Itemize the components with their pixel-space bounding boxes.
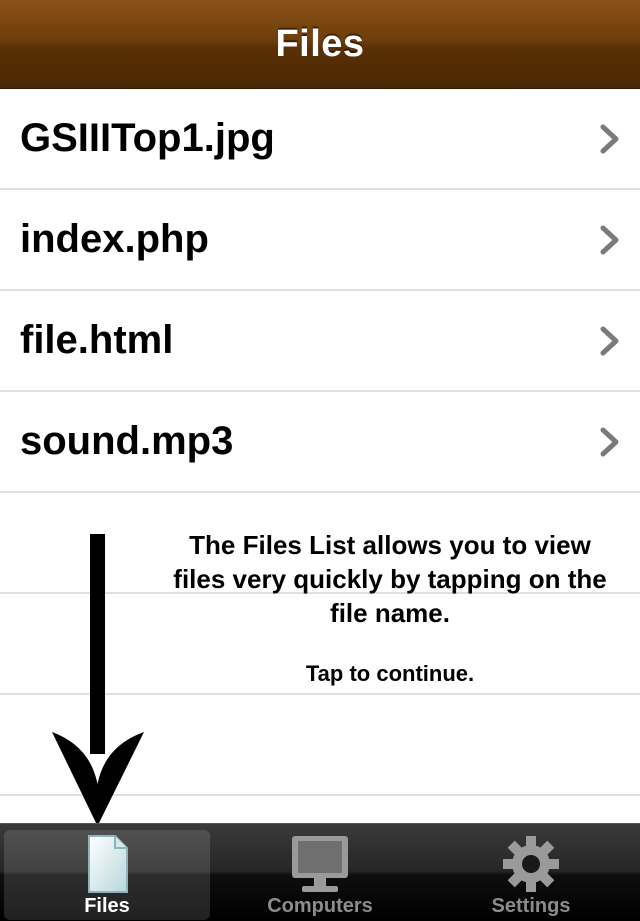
file-row[interactable]: index.php xyxy=(0,190,640,291)
tab-files[interactable]: Files xyxy=(4,830,210,920)
file-name: index.php xyxy=(20,217,209,261)
file-name: sound.mp3 xyxy=(20,419,234,463)
navigation-bar: Files xyxy=(0,0,640,89)
tutorial-message: The Files List allows you to view files … xyxy=(173,530,607,628)
tab-settings[interactable]: Settings xyxy=(428,830,634,920)
gear-icon xyxy=(503,836,559,892)
file-row[interactable]: sound.mp3 xyxy=(0,392,640,493)
file-name: GSIIITop1.jpg xyxy=(20,116,275,160)
screen: Files GSIIITop1.jpg index.php file.html … xyxy=(0,0,640,921)
file-name: file.html xyxy=(20,318,174,362)
document-icon xyxy=(88,835,128,893)
tab-label: Computers xyxy=(267,895,373,917)
tap-to-continue-label: Tap to continue. xyxy=(305,661,475,686)
chevron-right-icon xyxy=(600,225,619,254)
monitor-icon xyxy=(292,836,348,892)
tab-label: Settings xyxy=(491,895,571,917)
chevron-right-icon xyxy=(600,427,619,456)
tab-bar: Files Computers Settings xyxy=(0,823,640,921)
tab-label: Files xyxy=(84,895,130,917)
file-row[interactable]: file.html xyxy=(0,291,640,392)
tutorial-overlay[interactable]: The Files List allows you to view files … xyxy=(160,528,620,688)
file-row[interactable]: GSIIITop1.jpg xyxy=(0,89,640,190)
chevron-right-icon xyxy=(600,326,619,355)
down-arrow-icon xyxy=(52,534,144,826)
chevron-right-icon xyxy=(600,124,619,153)
tab-computers[interactable]: Computers xyxy=(217,830,423,920)
page-title: Files xyxy=(275,22,365,65)
